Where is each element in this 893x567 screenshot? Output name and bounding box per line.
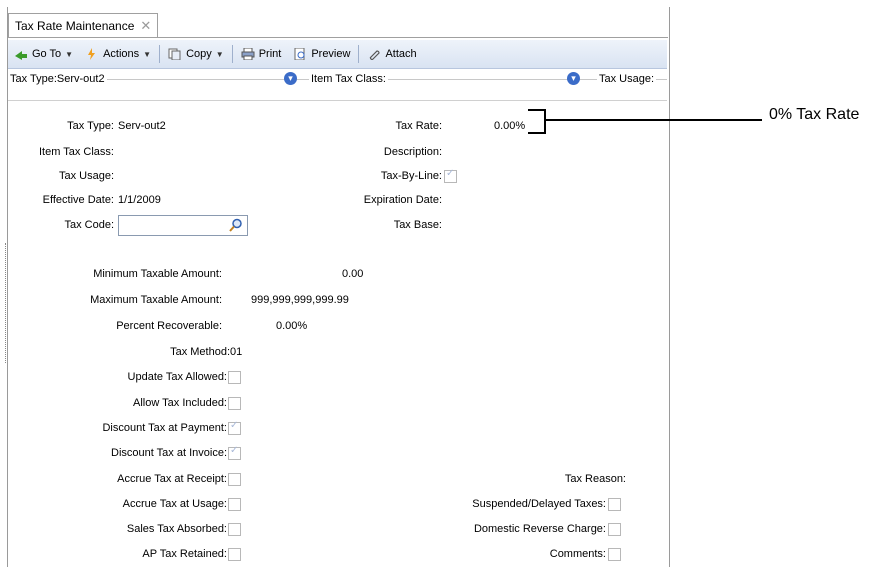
tax-by-line-label: Tax-By-Line: [380,170,442,182]
chevron-down-icon: ▼ [143,49,152,59]
close-icon[interactable]: ✕ [140,18,151,34]
tax-code-label: Tax Code: [64,219,114,231]
update-tax-allowed-checkbox[interactable] [228,371,241,384]
goto-arrow-icon [15,51,27,60]
filter-tax-type[interactable]: Tax Type:Serv-out2 [8,73,107,85]
item-tax-class-label: Item Tax Class: [39,146,114,158]
min-taxable-value: 0.00 [342,268,364,280]
sales-tax-absorbed-label: Sales Tax Absorbed: [126,523,227,535]
allow-tax-included-checkbox[interactable] [228,397,241,410]
tax-rate-label: Tax Rate: [395,120,442,132]
tax-rate-value: 0.00% [494,120,526,132]
comments-checkbox[interactable] [608,548,621,561]
paperclip-icon [370,50,381,60]
divider [8,100,667,101]
expand-icon[interactable]: ▾ [567,72,580,85]
tax-code-input[interactable] [118,215,248,236]
attach-label: Attach [385,48,417,60]
domestic-reverse-label: Domestic Reverse Charge: [473,523,606,535]
discount-invoice-label: Discount Tax at Invoice: [111,447,227,459]
attach-button[interactable]: Attach [361,44,422,64]
ap-tax-retained-label: AP Tax Retained: [142,548,227,560]
preview-button[interactable]: Preview [287,44,356,64]
update-tax-allowed-label: Update Tax Allowed: [127,371,227,383]
expiration-date-label: Expiration Date: [363,194,442,206]
printer-icon [241,48,255,60]
callout-bracket [528,109,546,134]
toolbar-divider [231,45,233,63]
lightning-icon [88,48,96,60]
tab-title: Tax Rate Maintenance [15,19,135,33]
discount-payment-checkbox[interactable] [228,420,241,435]
accrue-receipt-label: Accrue Tax at Receipt: [117,473,227,485]
discount-payment-label: Discount Tax at Payment: [102,422,227,434]
percent-recoverable-label: Percent Recoverable: [116,320,222,332]
max-taxable-label: Maximum Taxable Amount: [90,294,222,306]
discount-invoice-checkbox[interactable] [228,445,241,460]
ap-tax-retained-checkbox[interactable] [228,548,241,561]
suspended-label: Suspended/Delayed Taxes: [472,498,606,510]
preview-label: Preview [311,48,351,60]
filter-tax-usage[interactable]: Tax Usage: [597,73,657,85]
tax-method-label: Tax Method: [170,346,230,358]
accrue-usage-checkbox[interactable] [228,498,241,511]
filter-bar: Tax Type:Serv-out2 ▾ Item Tax Class: ▾ T… [8,70,667,88]
expand-icon[interactable]: ▾ [284,72,297,85]
accrue-usage-label: Accrue Tax at Usage: [122,498,227,510]
actions-button[interactable]: Actions ▼ [79,44,157,64]
sales-tax-absorbed-checkbox[interactable] [228,523,241,536]
callout-text: 0% Tax Rate [769,106,860,123]
toolbar: Go To ▼ Actions ▼ Copy ▼ Print Preview Atta… [8,40,667,69]
effective-date-label: Effective Date: [42,194,114,206]
tax-usage-label: Tax Usage: [58,170,114,182]
max-taxable-value: 999,999,999,999.99 [251,294,349,306]
splitter-handle[interactable] [5,243,7,363]
domestic-reverse-checkbox[interactable] [608,523,621,536]
callout-line [544,119,762,121]
print-button[interactable]: Print [235,44,288,64]
goto-label: Go To [32,48,62,60]
tab-underline [8,37,668,38]
goto-button[interactable]: Go To ▼ [8,44,79,64]
tab-tax-rate-maintenance[interactable]: Tax Rate Maintenance ✕ [8,13,159,38]
preview-icon [294,48,305,60]
tax-method-value: 01 [230,346,243,358]
toolbar-divider [159,45,161,63]
print-label: Print [258,48,282,60]
tax-by-line-checkbox[interactable] [444,168,457,183]
effective-date-value: 1/1/2009 [118,194,161,206]
toolbar-divider [358,45,360,63]
actions-label: Actions [103,48,140,60]
accrue-receipt-checkbox[interactable] [228,473,241,486]
chevron-down-icon: ▼ [65,49,74,59]
suspended-checkbox[interactable] [608,498,621,511]
comments-label: Comments: [549,548,606,560]
min-taxable-label: Minimum Taxable Amount: [93,268,222,280]
description-label: Description: [383,146,442,158]
copy-icon [168,48,181,60]
percent-recoverable-value: 0.00% [276,320,308,332]
copy-button[interactable]: Copy ▼ [162,44,230,64]
tax-reason-label: Tax Reason: [564,473,626,485]
allow-tax-included-label: Allow Tax Included: [133,397,227,409]
tax-base-label: Tax Base: [393,219,442,231]
tax-type-value: Serv-out2 [118,120,166,132]
copy-label: Copy [186,48,212,60]
chevron-down-icon: ▼ [215,49,224,59]
filter-item-tax-class[interactable]: Item Tax Class: [309,73,388,85]
tax-type-label: Tax Type: [67,120,114,132]
search-icon[interactable] [229,218,243,232]
